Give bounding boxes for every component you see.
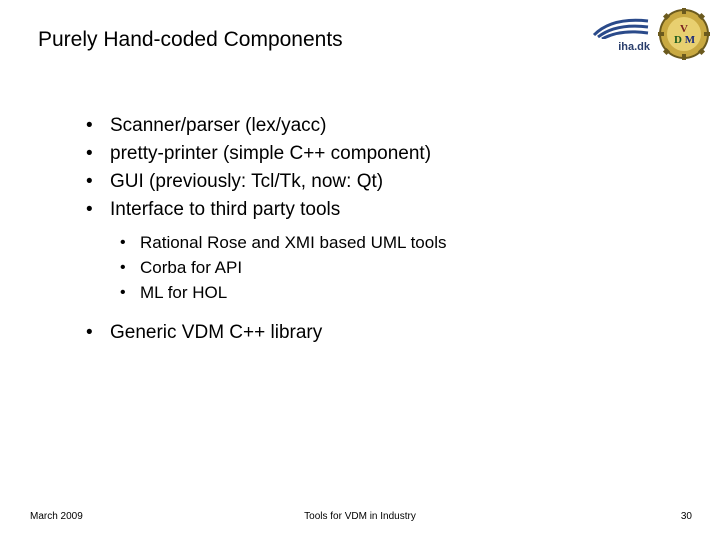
sub-bullet-list: Rational Rose and XMI based UML tools Co… [78, 230, 670, 305]
slide: Purely Hand-coded Components iha.dk [0, 0, 720, 540]
list-item: Rational Rose and XMI based UML tools [78, 230, 670, 255]
list-item: Corba for API [78, 255, 670, 280]
page-number: 30 [681, 511, 692, 522]
bullet-list: Scanner/parser (lex/yacc) pretty-printer… [78, 112, 670, 224]
list-item: GUI (previously: Tcl/Tk, now: Qt) [78, 168, 670, 196]
iha-logo: iha.dk [592, 15, 650, 53]
svg-text:D: D [674, 34, 682, 46]
vdm-logo: V D M [658, 8, 710, 60]
list-item: Interface to third party tools [78, 196, 670, 224]
footer-title: Tools for VDM in Industry [0, 511, 720, 522]
list-item: Scanner/parser (lex/yacc) [78, 112, 670, 140]
spacer [78, 311, 670, 319]
list-item: pretty-printer (simple C++ component) [78, 140, 670, 168]
slide-body: Scanner/parser (lex/yacc) pretty-printer… [78, 112, 670, 347]
svg-text:M: M [685, 34, 696, 46]
bullet-list-2: Generic VDM C++ library [78, 319, 670, 347]
list-item: Generic VDM C++ library [78, 319, 670, 347]
gear-icon: V D M [658, 8, 710, 60]
logo-area: iha.dk V D M [592, 8, 710, 60]
swoosh-icon [592, 15, 650, 39]
iha-text: iha.dk [618, 41, 650, 53]
slide-title: Purely Hand-coded Components [38, 28, 343, 52]
list-item: ML for HOL [78, 280, 670, 305]
